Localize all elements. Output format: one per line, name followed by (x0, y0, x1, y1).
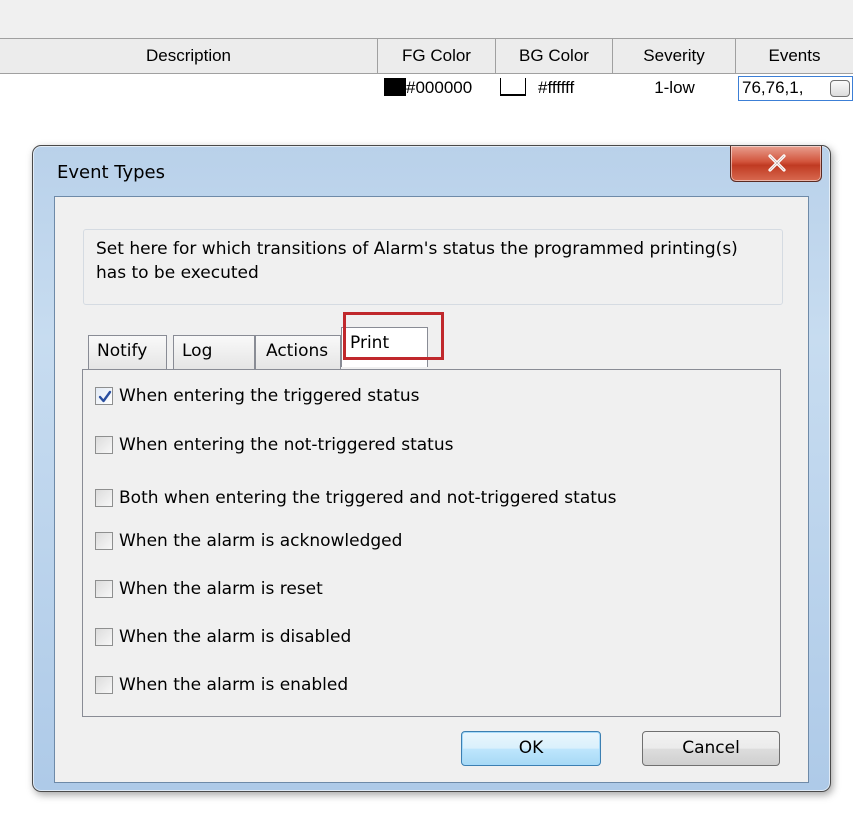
fg-color-cell[interactable]: #000000 (384, 75, 494, 103)
ellipsis-button-icon[interactable] (830, 80, 850, 97)
column-header-fg-color[interactable]: FG Color (378, 39, 496, 73)
bg-color-swatch (500, 78, 526, 96)
option-label: When the alarm is enabled (119, 675, 349, 695)
option-label: When entering the not-triggered status (119, 435, 454, 455)
cancel-button[interactable]: Cancel (642, 731, 780, 766)
option-label: When the alarm is reset (119, 579, 323, 599)
fg-color-swatch (384, 78, 406, 96)
close-button[interactable] (730, 146, 822, 182)
bg-color-cell[interactable]: #ffffff (500, 75, 612, 103)
tab-actions[interactable]: Actions (255, 335, 341, 369)
events-value: 76,76,1, (742, 78, 804, 97)
severity-cell[interactable]: 1-low (613, 75, 736, 103)
checkbox-enabled[interactable] (95, 676, 113, 694)
event-types-dialog: Event Types Set here for which transitio… (32, 145, 831, 792)
option-label: When the alarm is acknowledged (119, 531, 403, 551)
grid-header: Description FG Color BG Color Severity E… (0, 38, 853, 74)
tab-notify[interactable]: Notify (88, 335, 167, 369)
checkbox-both[interactable] (95, 489, 113, 507)
info-text: Set here for which transitions of Alarm'… (83, 229, 783, 305)
column-header-description[interactable]: Description (0, 39, 378, 73)
checkbox-entering-triggered[interactable] (95, 387, 113, 405)
checkbox-disabled[interactable] (95, 628, 113, 646)
events-cell[interactable]: 76,76,1, (738, 76, 853, 101)
checkbox-acknowledged[interactable] (95, 532, 113, 550)
close-x-icon (768, 154, 786, 172)
option-label: Both when entering the triggered and not… (119, 488, 617, 508)
checkmark-icon (98, 390, 112, 403)
fg-color-value: #000000 (406, 78, 473, 97)
grid-toolbar-area (0, 0, 853, 38)
dialog-client-area: Set here for which transitions of Alarm'… (54, 196, 809, 783)
column-header-severity[interactable]: Severity (613, 39, 736, 73)
bg-color-value: #ffffff (538, 78, 575, 97)
print-tab-panel: When entering the triggered status When … (82, 369, 781, 717)
tab-print[interactable]: Print (341, 327, 428, 367)
dialog-title: Event Types (57, 162, 166, 183)
column-header-events[interactable]: Events (736, 39, 853, 73)
table-row[interactable]: #000000 #ffffff 1-low 76,76,1, (0, 75, 853, 103)
checkbox-entering-not-triggered[interactable] (95, 436, 113, 454)
ok-button[interactable]: OK (461, 731, 601, 766)
description-cell[interactable] (0, 75, 378, 103)
column-header-bg-color[interactable]: BG Color (496, 39, 613, 73)
option-label: When the alarm is disabled (119, 627, 352, 647)
tab-log[interactable]: Log (173, 335, 255, 369)
checkbox-reset[interactable] (95, 580, 113, 598)
option-label: When entering the triggered status (119, 386, 420, 406)
